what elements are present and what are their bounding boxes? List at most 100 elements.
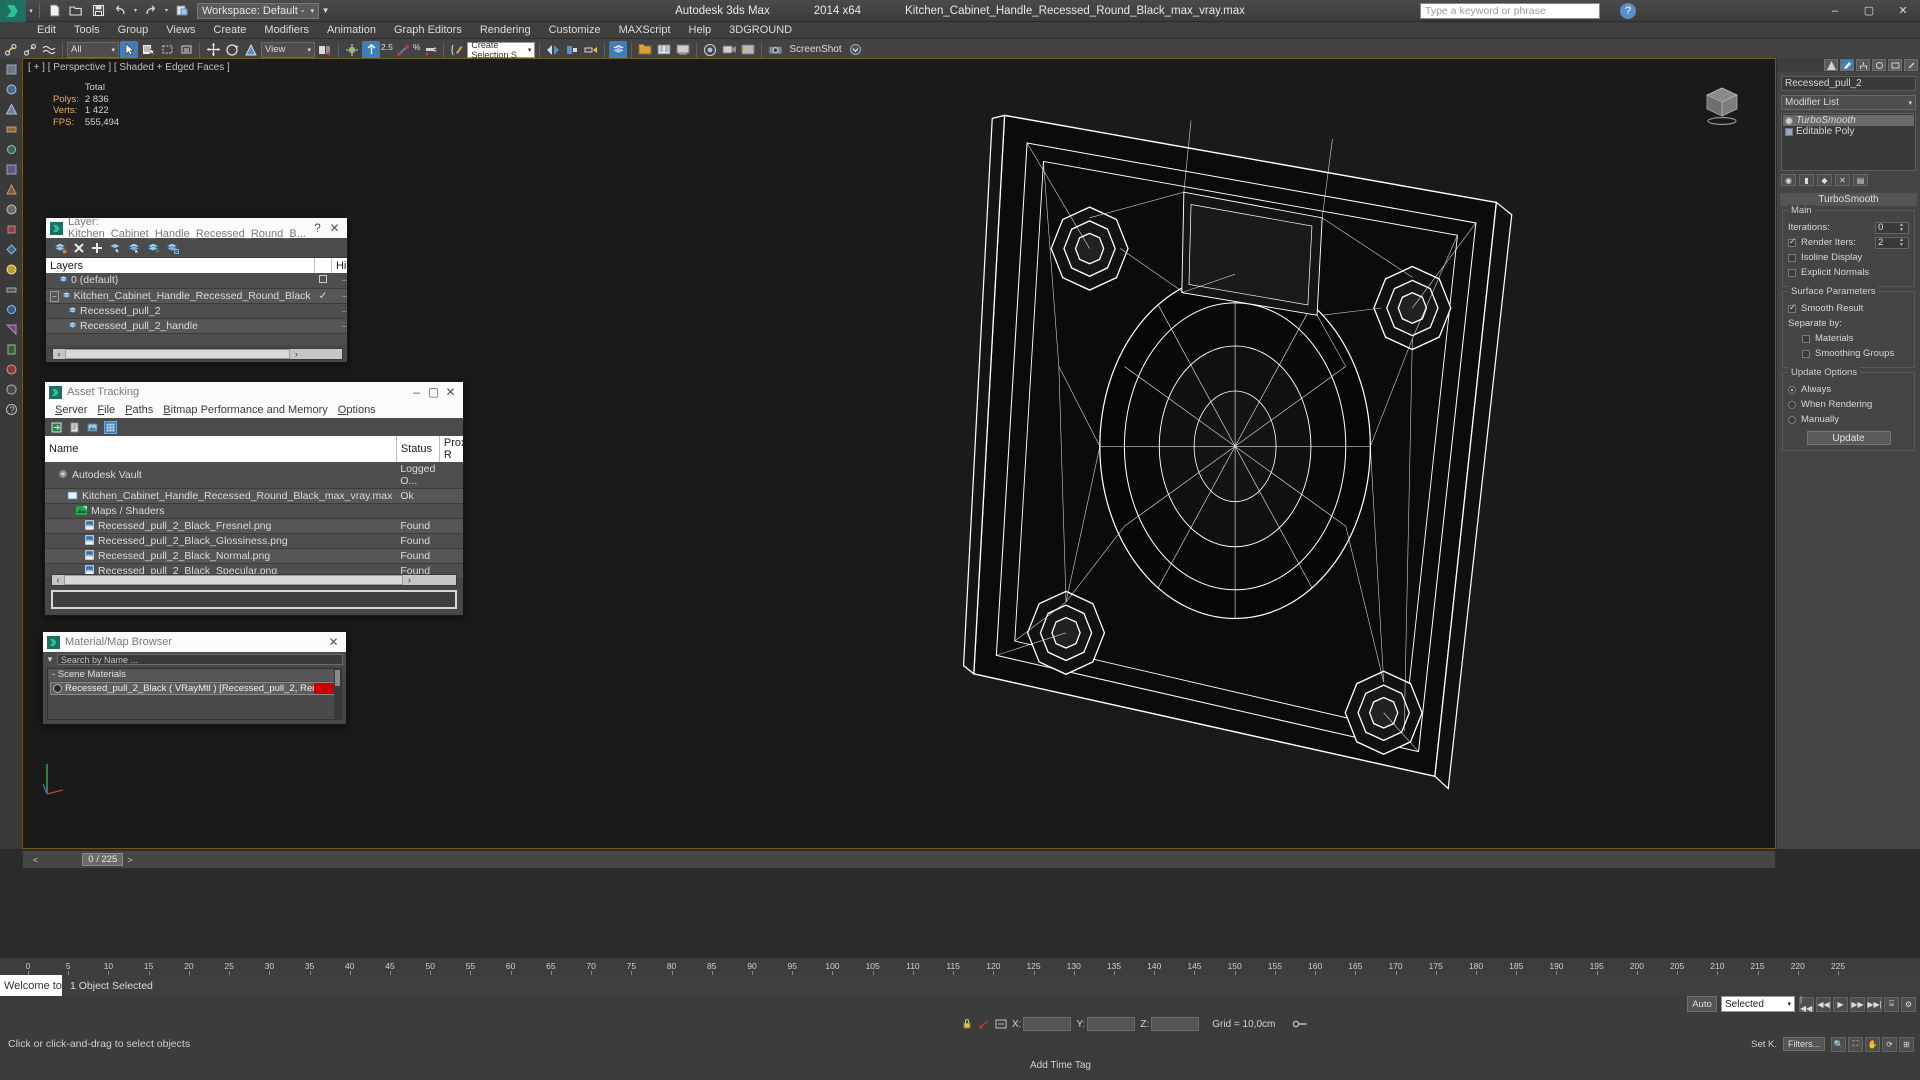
y-coordinate[interactable]: Y:	[1076, 1017, 1136, 1031]
named-selection-set-combo[interactable]: Create Selection S ▾	[467, 40, 536, 60]
layer-horizontal-scrollbar[interactable]: ‹ ›	[52, 348, 343, 360]
isoline-display-row[interactable]: Isoline Display	[1788, 251, 1909, 264]
update-manually-radio[interactable]	[1788, 415, 1796, 424]
menu-tools[interactable]: Tools	[65, 22, 109, 39]
modifier-stack-item-editable-poly[interactable]: Editable Poly	[1783, 126, 1914, 137]
menu-edit[interactable]: Edit	[28, 22, 65, 39]
asset-row[interactable]: Kitchen_Cabinet_Handle_Recessed_Round_Bl…	[45, 488, 463, 504]
material-list-item[interactable]: Recessed_pull_2_Black ( VRayMtl ) [Reces…	[50, 682, 339, 695]
scroll-thumb[interactable]	[65, 349, 291, 359]
update-always-row[interactable]: Always	[1788, 383, 1909, 396]
smooth-result-checkbox[interactable]	[1788, 302, 1797, 313]
render-production-icon[interactable]	[720, 41, 738, 59]
tab-create[interactable]	[1824, 59, 1838, 71]
materials-row[interactable]: Materials	[1788, 332, 1909, 345]
search-input[interactable]: Type a keyword or phrase	[1420, 3, 1600, 19]
workspace-menu-icon[interactable]: ▼	[319, 2, 332, 20]
left-tool-1-icon[interactable]	[3, 61, 20, 78]
add-layer-icon[interactable]	[91, 242, 103, 254]
layer-row[interactable]: Recessed_pull_2_handle——	[46, 318, 347, 334]
refresh-icon[interactable]	[50, 421, 63, 434]
spinner-snap-toggle-icon[interactable]	[421, 41, 439, 59]
help-icon[interactable]: ?	[1620, 3, 1636, 19]
menu-animation[interactable]: Animation	[318, 22, 385, 39]
layer-hide-cell[interactable]: —	[331, 303, 347, 319]
use-pivot-point-center-icon[interactable]	[316, 41, 334, 59]
zoom-extents-icon[interactable]: ⛶	[1848, 1036, 1863, 1052]
left-tool-2-icon[interactable]	[3, 81, 20, 98]
asset-menu-server[interactable]: Server	[50, 404, 92, 416]
pan-icon[interactable]: ✋	[1865, 1036, 1880, 1052]
layer-dialog-help-button[interactable]: ?	[309, 221, 326, 235]
undo-dropdown-icon[interactable]: ▾	[131, 2, 140, 20]
layer-current-cell[interactable]: ✓	[314, 288, 332, 304]
asset-tracking-close-button[interactable]: ✕	[442, 385, 459, 399]
asset-row[interactable]: Recessed_pull_2_Black_Fresnel.png Found	[45, 518, 463, 534]
menu-rendering[interactable]: Rendering	[471, 22, 540, 39]
update-always-radio[interactable]	[1788, 385, 1796, 394]
timeline-ruler[interactable]: 0 5 10 15 20 25 30 35 40 45 50 55 60 65 70 75 80 85 90 95 10…	[0, 957, 1920, 975]
render-frame-window-icon[interactable]	[739, 41, 757, 59]
update-manually-row[interactable]: Manually	[1788, 413, 1909, 426]
material-browser-close-button[interactable]: ✕	[325, 635, 342, 649]
material-list[interactable]: - Scene Materials Recessed_pull_2_Black …	[47, 668, 342, 720]
tab-motion[interactable]	[1872, 59, 1886, 71]
zoom-icon[interactable]: 🔍	[1831, 1036, 1846, 1052]
redo-icon[interactable]	[140, 2, 162, 20]
modifier-toggle-icon[interactable]	[1785, 116, 1793, 125]
grid-icon[interactable]	[104, 420, 117, 434]
menu-create[interactable]: Create	[204, 22, 255, 39]
layer-dialog-close-button[interactable]: ✕	[326, 221, 343, 235]
update-when-rendering-radio[interactable]	[1788, 400, 1796, 409]
layer-current-cell[interactable]	[314, 303, 332, 319]
quick-align-icon[interactable]	[582, 41, 600, 59]
filters-button[interactable]: Filters...	[1783, 1037, 1825, 1051]
layer-row[interactable]: Recessed_pull_2——	[46, 303, 347, 319]
select-object-icon[interactable]	[120, 40, 138, 59]
scroll-left-icon[interactable]: ‹	[53, 349, 65, 359]
scene-materials-section[interactable]: - Scene Materials	[48, 669, 341, 681]
asset-tracking-minimize-button[interactable]: –	[408, 385, 425, 399]
asset-menu-options[interactable]: Options	[333, 404, 381, 416]
layer-hide-cell[interactable]: —	[331, 288, 347, 304]
spinner-arrows-icon[interactable]: ▲ ▼	[1899, 237, 1906, 248]
filter-dropdown-icon[interactable]: ▼	[46, 655, 54, 664]
show-end-result-icon[interactable]: ▮	[1799, 174, 1814, 186]
open-file-icon[interactable]	[65, 2, 87, 20]
next-frame-button[interactable]: ▶▶	[1850, 996, 1865, 1012]
left-tool-5-icon[interactable]	[3, 141, 20, 158]
material-color-swatch[interactable]	[314, 683, 336, 694]
scroll-left-icon[interactable]: ‹	[52, 575, 64, 585]
scroll-right-icon[interactable]: ›	[403, 575, 415, 585]
expander-icon[interactable]: −	[50, 290, 59, 302]
logo-dropdown-icon[interactable]: ▾	[26, 2, 36, 20]
select-highlight-icon[interactable]	[128, 242, 141, 254]
asset-row[interactable]: Maps / Shaders	[45, 503, 463, 519]
add-selection-icon[interactable]	[147, 242, 160, 254]
select-and-move-icon[interactable]	[204, 41, 222, 59]
add-time-tag-label[interactable]: Add Time Tag	[1030, 1060, 1091, 1071]
layer-col-current[interactable]	[314, 258, 332, 273]
workspace-selector[interactable]: Workspace: Default - ▾	[197, 2, 320, 19]
delete-layer-icon[interactable]	[73, 242, 85, 254]
asset-row[interactable]: Recessed_pull_2_Black_Normal.png Found	[45, 548, 463, 564]
asset-col-name[interactable]: Name	[45, 436, 397, 462]
render-iters-spinner[interactable]: 2 ▲ ▼	[1875, 236, 1909, 249]
z-coordinate[interactable]: Z:	[1140, 1017, 1200, 1031]
asset-col-status[interactable]: Status	[396, 436, 440, 462]
left-tool-7-icon[interactable]	[3, 181, 20, 198]
iterations-spinner[interactable]: 0 ▲ ▼	[1875, 221, 1909, 234]
asset-col-proxy-r[interactable]: Proxy R	[439, 436, 463, 462]
tab-display[interactable]	[1888, 59, 1902, 71]
left-tool-4-icon[interactable]	[3, 121, 20, 138]
menu-help[interactable]: Help	[680, 22, 721, 39]
unlink-icon[interactable]	[21, 41, 39, 59]
list-icon[interactable]	[68, 421, 81, 434]
left-tool-17-icon[interactable]	[3, 381, 20, 398]
next-frame-button[interactable]: >	[123, 855, 136, 865]
percent-snap-toggle-icon[interactable]	[394, 41, 412, 59]
time-slider-handle[interactable]: 0 / 225	[82, 853, 124, 866]
mirror-icon[interactable]	[544, 41, 562, 59]
rectangular-selection-region-icon[interactable]	[158, 41, 176, 59]
transform-type-in-icon[interactable]	[995, 1018, 1007, 1030]
